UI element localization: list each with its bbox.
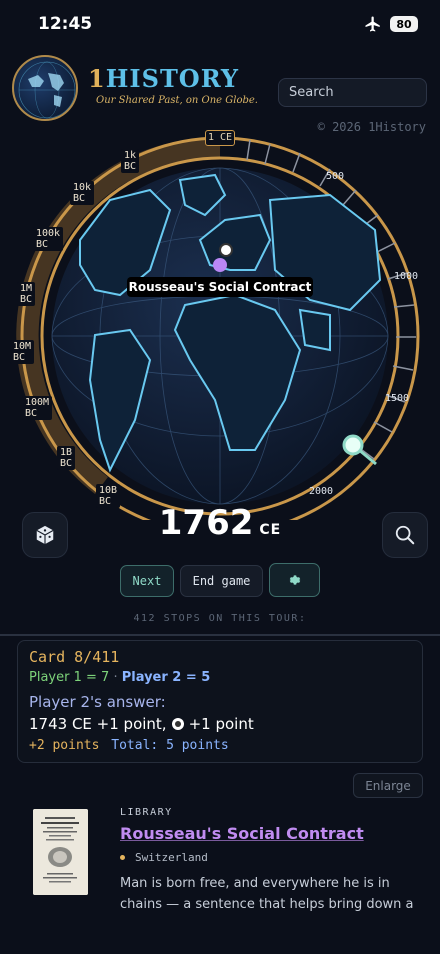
dial-label: 1B BC	[57, 446, 76, 470]
dice-icon	[36, 525, 54, 545]
status-indicators: 80	[364, 15, 418, 33]
settings-button[interactable]	[269, 563, 320, 597]
gear-icon	[289, 575, 300, 585]
dial-label: 1M BC	[17, 282, 36, 306]
answer-year: 1743 CE +1 point,	[29, 715, 167, 733]
section-divider	[0, 634, 440, 636]
enlarge-button[interactable]: Enlarge	[353, 773, 423, 798]
library-kicker: LIBRARY	[120, 807, 173, 818]
book-cover-icon[interactable]	[33, 809, 88, 895]
dial-label: 1000	[394, 271, 419, 282]
answer-line: 1743 CE +1 point, +1 point	[29, 715, 254, 733]
place-dot-icon	[120, 855, 125, 860]
score-line: Player 1 = 7 · Player 2 = 5	[29, 670, 210, 685]
guess-marker	[219, 243, 233, 257]
total-points: Total: 5 points	[111, 738, 229, 753]
logo-globe-icon[interactable]	[12, 55, 78, 121]
app-tagline: Our Shared Past, on One Globe.	[96, 95, 258, 106]
airplane-icon	[365, 16, 380, 32]
dial-label: 100M BC	[22, 396, 53, 420]
library-place: Switzerland	[120, 851, 208, 864]
search-input[interactable]: Search	[278, 78, 427, 107]
dial-label: 10M BC	[10, 340, 35, 364]
answer-title: Player 2's answer:	[29, 693, 166, 711]
library-title-link[interactable]: Rousseau's Social Contract	[120, 824, 364, 843]
tour-stops-label: 412 STOPS ON THIS TOUR:	[133, 613, 307, 624]
player2-score: Player 2 = 5	[121, 670, 211, 685]
battery-indicator: 80	[390, 16, 418, 32]
dial-label: 2000	[309, 486, 334, 497]
dial-label-1ce: 1 CE	[205, 130, 235, 146]
status-time: 12:45	[38, 14, 93, 34]
globe-place-label: Rousseau's Social Contract	[127, 277, 313, 297]
timeline-handle[interactable]	[342, 434, 364, 456]
score-separator: ·	[113, 670, 118, 685]
answer-place: +1 point	[188, 715, 254, 733]
end-game-button[interactable]: End game	[180, 565, 263, 597]
card-number: Card 8/411	[29, 648, 120, 666]
dial-label: 100k BC	[33, 227, 64, 251]
next-button[interactable]: Next	[120, 565, 174, 597]
dial-label: 1k BC	[121, 149, 140, 173]
location-dot-icon	[171, 718, 184, 730]
answer-marker	[213, 258, 227, 272]
year-era: CE	[259, 522, 282, 538]
player1-score: Player 1 = 7	[29, 670, 110, 685]
dial-label: 10k BC	[70, 181, 95, 205]
random-button[interactable]	[22, 512, 68, 558]
points-line: +2 points Total: 5 points	[29, 738, 229, 753]
dial-label: 500	[326, 171, 345, 182]
search-icon	[395, 525, 415, 545]
round-points: +2 points	[29, 738, 100, 753]
app-logo-title: 1HISTORY	[88, 64, 240, 93]
library-place-text: Switzerland	[135, 851, 208, 864]
library-description: Man is born free, and everywhere he is i…	[120, 876, 414, 912]
globe-search-button[interactable]	[382, 512, 428, 558]
dial-label: 1500	[385, 393, 410, 404]
year-number: 1762	[158, 503, 254, 543]
